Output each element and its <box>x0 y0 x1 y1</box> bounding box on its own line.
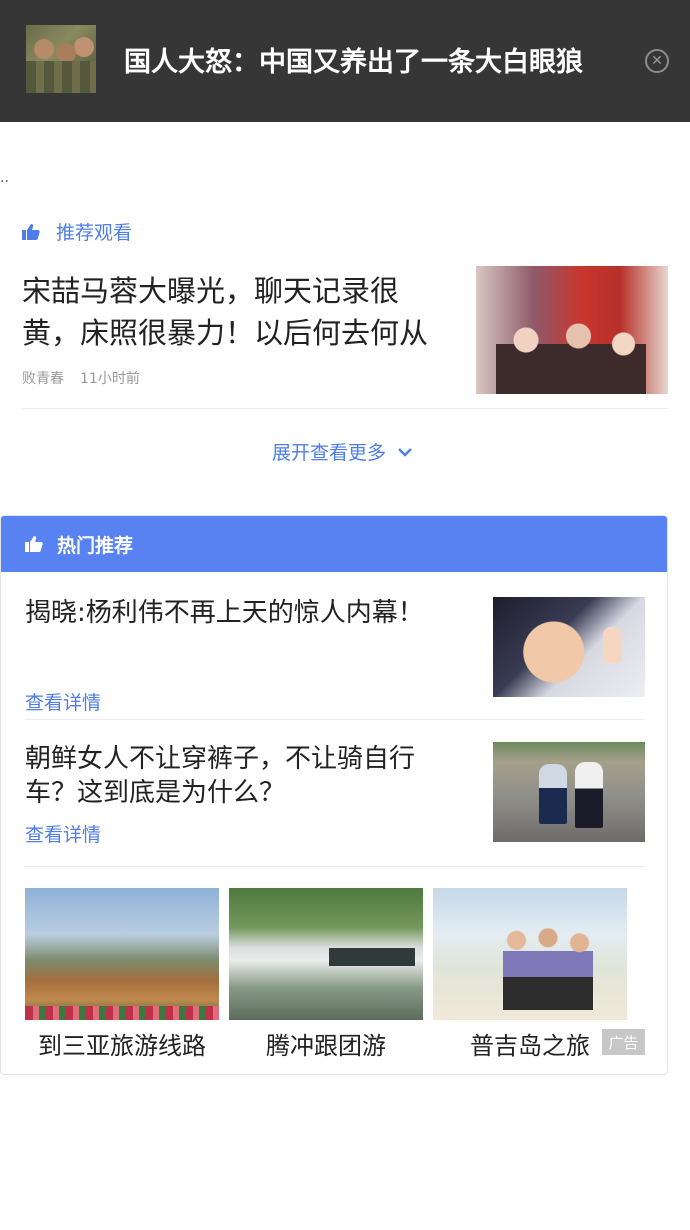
ad-caption[interactable]: 腾冲跟团游 <box>229 1026 423 1061</box>
close-icon[interactable]: ✕ <box>645 49 669 73</box>
thumbs-up-icon <box>22 223 40 240</box>
hot-item-image[interactable] <box>493 597 645 697</box>
chevron-down-icon <box>398 445 412 459</box>
view-details-link[interactable]: 查看详情 <box>25 688 101 715</box>
list-item[interactable]: 朝鲜女人不让穿裤子，不让骑自行车？这到底是为什么？ 查看详情 <box>25 742 645 862</box>
ad-image[interactable] <box>25 888 219 1020</box>
ad-badge: 广告 <box>602 1029 645 1055</box>
recommended-article[interactable]: 宋喆马蓉大曝光，聊天记录很黄，床照很暴力！以后何去何从 败青春 11小时前 <box>22 266 668 410</box>
recommended-section-label: 推荐观看 <box>22 218 132 245</box>
view-details-link[interactable]: 查看详情 <box>25 820 101 847</box>
hot-recommend-card: 热门推荐 揭晓:杨利伟不再上天的惊人内幕！ 查看详情 朝鲜女人不让穿裤子，不让骑… <box>0 515 668 1075</box>
divider <box>22 408 668 409</box>
recommended-article-meta: 败青春 11小时前 <box>22 368 140 388</box>
ellipsis-text: .. <box>0 170 9 186</box>
divider <box>25 866 645 867</box>
ad-caption[interactable]: 普吉岛之旅 <box>433 1026 627 1061</box>
divider <box>25 719 645 720</box>
expand-more-label: 展开查看更多 <box>272 442 387 464</box>
hot-item-title[interactable]: 揭晓:杨利伟不再上天的惊人内幕！ <box>25 596 445 630</box>
ad-tile[interactable]: 普吉岛之旅 <box>433 888 627 1060</box>
hot-recommend-header: 热门推荐 <box>1 516 667 572</box>
hot-item-image[interactable] <box>493 742 645 842</box>
banner-thumbnail <box>26 25 96 93</box>
expand-more-button[interactable]: 展开查看更多 <box>272 438 412 465</box>
hot-item-title[interactable]: 朝鲜女人不让穿裤子，不让骑自行车？这到底是为什么？ <box>25 742 445 810</box>
ad-strip: 到三亚旅游线路 腾冲跟团游 普吉岛之旅 广告 <box>25 888 645 1060</box>
ad-caption[interactable]: 到三亚旅游线路 <box>25 1026 219 1061</box>
ad-image[interactable] <box>433 888 627 1020</box>
ad-image[interactable] <box>229 888 423 1020</box>
list-item[interactable]: 揭晓:杨利伟不再上天的惊人内幕！ 查看详情 <box>25 596 645 716</box>
recommended-article-image[interactable] <box>476 266 668 394</box>
ad-tile[interactable]: 腾冲跟团游 <box>229 888 423 1060</box>
thumbs-up-icon <box>25 536 43 552</box>
recommended-label-text: 推荐观看 <box>56 222 133 244</box>
recommended-article-title[interactable]: 宋喆马蓉大曝光，聊天记录很黄，床照很暴力！以后何去何从 <box>22 270 452 354</box>
article-time: 11小时前 <box>80 371 140 387</box>
article-banner[interactable]: 国人大怒：中国又养出了一条大白眼狼 ✕ <box>0 0 690 122</box>
article-source: 败青春 <box>22 371 64 387</box>
ad-tile[interactable]: 到三亚旅游线路 <box>25 888 219 1060</box>
hot-recommend-label: 热门推荐 <box>57 534 134 557</box>
banner-title[interactable]: 国人大怒：中国又养出了一条大白眼狼 <box>124 40 583 79</box>
